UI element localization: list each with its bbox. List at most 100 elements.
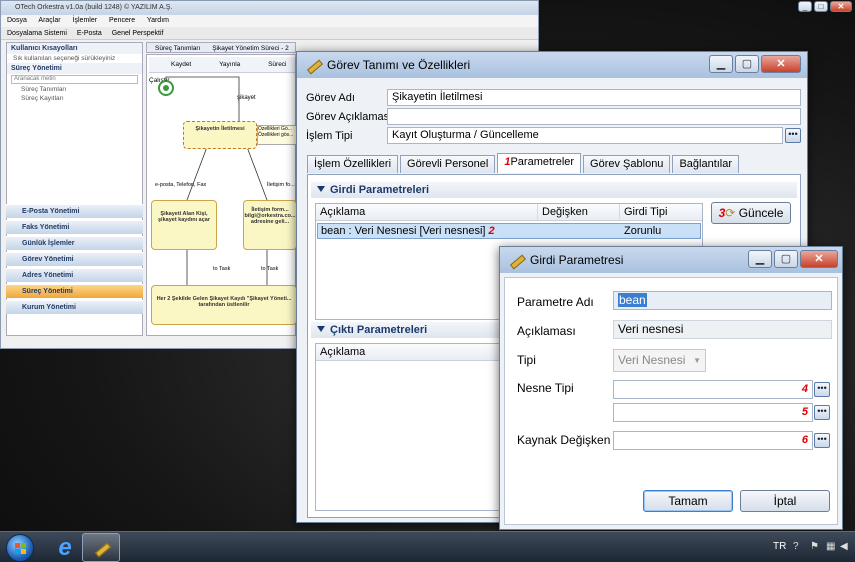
girdi-row-tip: Zorunlu — [624, 225, 662, 237]
tipi-select[interactable]: Veri Nesnesi ▼ — [613, 349, 706, 372]
node-bottom-task[interactable]: Her 2 Şekilde Gelen Şikayet Kaydı "Şikay… — [151, 285, 297, 325]
toolbar-dosyalama[interactable]: Dosyalama Sistemi — [7, 30, 67, 37]
pencil-icon — [305, 57, 321, 73]
editor-tab-strip: Süreç Tanımları Şikayet Yönetim Süreci -… — [146, 42, 296, 53]
node-iletisim-formu[interactable]: İletişim form... bilgi@orkestra.co... ad… — [243, 200, 297, 250]
aciklamasi-label: Açıklaması — [517, 324, 576, 338]
parametre-adi-field[interactable]: bean — [613, 291, 832, 310]
node-sikayetin-iletilmesi[interactable]: Şikayetin İletilmesi — [183, 121, 257, 149]
node-sikayeti-alan[interactable]: Şikayeti Alan Kişi, şikayet kaydını açar — [151, 200, 217, 250]
nesne-tipi-label: Nesne Tipi — [517, 381, 574, 395]
gorev-aciklamasi-field[interactable] — [387, 108, 801, 125]
dialog-tabs: İşlem Özellikleri Görevli Personel 1Para… — [307, 153, 741, 173]
girdi-dialog-body — [504, 277, 838, 525]
nav-item-gorev[interactable]: Görev Yönetimi — [6, 252, 143, 266]
nesne-tipi-field-2[interactable]: 5 — [613, 403, 813, 422]
nav-item-adres[interactable]: Adres Yönetimi — [6, 268, 143, 282]
gorev-close-button[interactable]: ✕ — [761, 55, 801, 73]
tab-baglantilar[interactable]: Bağlantılar — [672, 155, 740, 173]
girdi-section-header[interactable]: Girdi Parametreleri — [311, 182, 797, 198]
shortcuts-header[interactable]: Kullanıcı Kısayolları — [7, 43, 142, 54]
back-close-button[interactable]: ✕ — [830, 1, 852, 12]
col-aciklama[interactable]: Açıklama — [316, 204, 538, 221]
marker-2: 2 — [488, 225, 495, 237]
girdi-parametresi-dialog: Girdi Parametresi ▁ ▢ ✕ Parametre Adı be… — [499, 246, 843, 530]
tray-help-icon[interactable]: ? — [793, 541, 799, 552]
edge-label-iletisim: İletişim fo... — [267, 182, 295, 188]
cikti-section-title: Çıktı Parametreleri — [330, 324, 428, 336]
tray-network-icon[interactable]: ▦ — [826, 541, 835, 552]
tray-volume-icon[interactable]: ◀ — [840, 541, 848, 552]
col-degisken[interactable]: Değişken — [538, 204, 620, 221]
taskbar-app-orkestra[interactable] — [82, 533, 120, 562]
iptal-button[interactable]: İptal — [740, 490, 830, 512]
toolbar-genel-perspektif[interactable]: Genel Perspektif — [112, 30, 164, 37]
menu-item-araclar[interactable]: Araçlar — [38, 17, 60, 24]
tree-search-input[interactable]: Aranacak metin — [11, 75, 138, 84]
menu-item-islemler[interactable]: İşlemler — [73, 17, 98, 24]
back-maximize-button[interactable]: □ — [814, 1, 828, 12]
back-window-title: OTech Orkestra v1.0a (build 1248) © YAZI… — [1, 1, 538, 15]
girdi-minimize-button[interactable]: ▁ — [748, 250, 772, 268]
islem-tipi-browse-button[interactable]: ••• — [785, 128, 801, 143]
col-girdi-tipi[interactable]: Girdi Tipi — [620, 204, 702, 221]
start-button[interactable] — [6, 534, 34, 562]
process-header[interactable]: Süreç Yönetimi — [7, 63, 142, 74]
tab-gorev-sablonu[interactable]: Görev Şablonu — [583, 155, 671, 173]
tab-islem-ozellikleri[interactable]: İşlem Özellikleri — [307, 155, 399, 173]
edge-label-to-task-2: to Task — [261, 266, 279, 272]
girdi-close-button[interactable]: ✕ — [800, 250, 838, 268]
gorev-maximize-button[interactable]: ▢ — [735, 55, 759, 73]
nav-item-faks[interactable]: Faks Yönetimi — [6, 220, 143, 234]
kaynak-degisken-field[interactable]: 6 — [613, 431, 813, 450]
diagram-canvas[interactable]: Kaydet Yayınla Süreci Çalıştır şikayet Ş… — [146, 54, 297, 336]
nesne-tipi-browse-button[interactable]: ••• — [814, 382, 830, 397]
girdi-section-title: Girdi Parametreleri — [330, 184, 430, 196]
girdi-maximize-button[interactable]: ▢ — [774, 250, 798, 268]
edge-label-eposta: e-posta, Telefon, Fax — [155, 182, 207, 188]
marker-5: 5 — [801, 406, 808, 418]
tab-parametreler-label: Parametreler — [510, 156, 575, 168]
parametre-adi-value: bean — [618, 293, 647, 307]
edge-label-sikayet: şikayet — [237, 95, 256, 101]
refresh-icon: ⟳ — [725, 206, 736, 220]
gorev-adi-field[interactable]: Şikayetin İletilmesi — [387, 89, 801, 106]
menu-item-dosya[interactable]: Dosya — [7, 17, 27, 24]
nav-item-gunluk[interactable]: Günlük İşlemler — [6, 236, 143, 250]
islem-tipi-field[interactable]: Kayıt Oluşturma / Güncelleme — [387, 127, 783, 144]
guncelle-button[interactable]: 3⟳ Güncele — [711, 202, 791, 224]
chevron-down-icon: ▼ — [693, 356, 701, 365]
back-menu-bar: Dosya Araçlar İşlemler Pencere Yardım — [1, 15, 538, 27]
girdi-dialog-title: Girdi Parametresi — [530, 253, 624, 267]
tree-item-surec-kayitlari[interactable]: Süreç Kayıtları — [7, 94, 142, 103]
back-minimize-button[interactable]: _ — [798, 1, 812, 12]
gorev-minimize-button[interactable]: ▁ — [709, 55, 733, 73]
edge-label-to-task-1: to Task — [213, 266, 231, 272]
marker-6: 6 — [801, 434, 808, 446]
tray-flag-icon[interactable]: ⚑ — [810, 541, 819, 552]
taskbar: e TR ? ⚑ ▦ ◀ — [0, 531, 855, 562]
editor-tab-surec-tanimlari[interactable]: Süreç Tanımları — [155, 45, 200, 52]
aciklamasi-field[interactable]: Veri nesnesi — [613, 320, 832, 339]
menu-item-pencere[interactable]: Pencere — [109, 17, 135, 24]
nesne-tipi-browse-button-2[interactable]: ••• — [814, 405, 830, 420]
editor-tab-sikayet[interactable]: Şikayet Yönetim Süreci - 2 — [212, 45, 288, 52]
tree-item-surec-tanimlari[interactable]: Süreç Tanımları — [7, 85, 142, 94]
pencil-icon — [508, 252, 524, 268]
tab-parametreler[interactable]: 1Parametreler — [497, 153, 582, 173]
menu-item-yardim[interactable]: Yardım — [147, 17, 169, 24]
nesne-tipi-field[interactable]: 4 — [613, 380, 813, 399]
nav-item-kurum[interactable]: Kurum Yönetimi — [6, 300, 143, 314]
tamam-button[interactable]: Tamam — [643, 490, 733, 512]
nav-item-eposta[interactable]: E-Posta Yönetimi — [6, 204, 143, 218]
tab-gorevli-personel[interactable]: Görevli Personel — [400, 155, 496, 173]
guncelle-label: Güncele — [738, 206, 784, 220]
parametre-adi-label: Parametre Adı — [517, 295, 594, 309]
kaynak-degisken-browse-button[interactable]: ••• — [814, 433, 830, 448]
collapse-triangle-icon — [317, 326, 325, 332]
back-toolbar: Dosyalama Sistemi E-Posta Genel Perspekt… — [1, 27, 538, 40]
language-indicator[interactable]: TR — [773, 541, 786, 552]
internet-explorer-icon[interactable]: e — [52, 535, 78, 561]
toolbar-eposta[interactable]: E-Posta — [77, 30, 102, 37]
nav-item-surec[interactable]: Süreç Yönetimi — [6, 284, 143, 298]
